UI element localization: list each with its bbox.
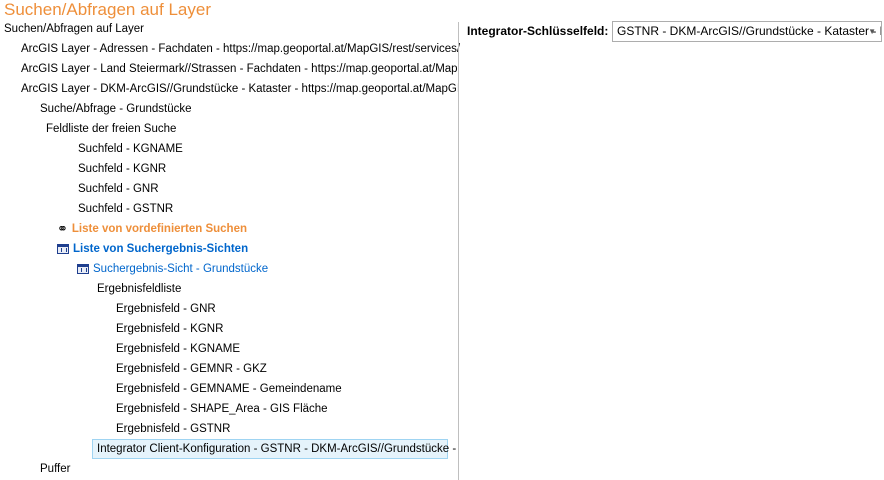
- tree-item-label: Suchen/Abfragen auf Layer: [4, 23, 145, 35]
- tree-item[interactable]: Suche/Abfrage - Grundstücke: [40, 99, 192, 119]
- tree-item-label: ArcGIS Layer - Land Steiermark//Strassen…: [21, 63, 458, 75]
- tree-item[interactable]: Ergebnisfeld - SHAPE_Area - GIS Fläche: [116, 399, 328, 419]
- binoculars-icon: ⚭: [57, 221, 68, 236]
- tree-item[interactable]: Ergebnisfeld - GSTNR: [116, 419, 230, 439]
- tree-item[interactable]: Feldliste der freien Suche: [46, 119, 176, 139]
- tree-item-label: Suche/Abfrage - Grundstücke: [40, 103, 192, 115]
- tree-item-label: Ergebnisfeld - KGNR: [116, 323, 224, 335]
- tree-item-label: Liste von Suchergebnis-Sichten: [73, 243, 249, 255]
- page-title: Suchen/Abfragen auf Layer: [4, 0, 211, 19]
- tree-item[interactable]: Suchfeld - GNR: [78, 179, 159, 199]
- tree-item-label: Ergebnisfeld - GEMNR - GKZ: [116, 363, 267, 375]
- tree-item-label: Ergebnisfeld - KGNAME: [116, 343, 240, 355]
- tree-item-label: Suchfeld - KGNAME: [78, 143, 183, 155]
- integrator-key-label: Integrator-Schlüsselfeld:: [467, 24, 609, 38]
- tree-item-label: Suchfeld - GNR: [78, 183, 159, 195]
- tree-item-label: Suchergebnis-Sicht - Grundstücke: [93, 263, 269, 275]
- table-icon: [57, 244, 69, 254]
- tree-item[interactable]: Liste von Suchergebnis-Sichten: [57, 239, 248, 259]
- tree-item[interactable]: ArcGIS Layer - Land Steiermark//Strassen…: [21, 59, 458, 79]
- tree-item[interactable]: ⚭ Liste von vordefinierten Suchen: [57, 219, 247, 239]
- tree-item[interactable]: Ergebnisfeld - KGNAME: [116, 339, 240, 359]
- tree-item-label: Integrator Client-Konfiguration - GSTNR …: [97, 443, 457, 455]
- integrator-key-dropdown[interactable]: GSTNR - DKM-ArcGIS//Grundstücke - Katast…: [612, 21, 882, 42]
- tree-item-label: Ergebnisfeld - SHAPE_Area - GIS Fläche: [116, 403, 328, 415]
- tree-item[interactable]: Suchfeld - GSTNR: [78, 199, 173, 219]
- tree-item[interactable]: Suchfeld - KGNAME: [78, 139, 183, 159]
- tree-item[interactable]: ArcGIS Layer - DKM-ArcGIS//Grundstücke -…: [21, 79, 460, 99]
- tree-item-label: Ergebnisfeld - GEMNAME - Gemeindename: [116, 383, 342, 395]
- integrator-key-value: GSTNR - DKM-ArcGIS//Grundstücke - Katast…: [617, 24, 882, 38]
- chevron-down-icon: ▼: [868, 27, 876, 36]
- tree-item[interactable]: Integrator Client-Konfiguration - GSTNR …: [92, 439, 456, 459]
- tree-item[interactable]: Ergebnisfeld - GEMNAME - Gemeindename: [116, 379, 342, 399]
- tree-item-label: ArcGIS Layer - DKM-ArcGIS//Grundstücke -…: [21, 83, 461, 95]
- tree-item[interactable]: Ergebnisfeld - GNR: [116, 299, 216, 319]
- tree-item[interactable]: ArcGIS Layer - Adressen - Fachdaten - ht…: [21, 39, 460, 59]
- tree-item[interactable]: Suchen/Abfragen auf Layer: [4, 19, 144, 39]
- tree-item[interactable]: Ergebnisfeld - GEMNR - GKZ: [116, 359, 267, 379]
- tree-item-label: Ergebnisfeld - GSTNR: [116, 423, 231, 435]
- tree-item-label: ArcGIS Layer - Adressen - Fachdaten - ht…: [21, 43, 461, 55]
- tree-item-label: Ergebnisfeldliste: [97, 283, 182, 295]
- tree-item-label: Suchfeld - GSTNR: [78, 203, 174, 215]
- tree-item[interactable]: Ergebnisfeldliste: [97, 279, 181, 299]
- tree-item-label: Puffer: [40, 463, 71, 475]
- splitter[interactable]: [458, 22, 459, 480]
- tree-item-label: Liste von vordefinierten Suchen: [71, 223, 247, 235]
- tree-item[interactable]: Suchfeld - KGNR: [78, 159, 166, 179]
- tree-item[interactable]: Suchergebnis-Sicht - Grundstücke: [77, 259, 268, 279]
- tree-item-label: Feldliste der freien Suche: [46, 123, 177, 135]
- tree-item[interactable]: Puffer: [40, 459, 70, 479]
- tree-item-label: Ergebnisfeld - GNR: [116, 303, 216, 315]
- tree-item-label: Suchfeld - KGNR: [78, 163, 167, 175]
- tree-item[interactable]: Ergebnisfeld - KGNR: [116, 319, 223, 339]
- table-icon: [77, 264, 89, 274]
